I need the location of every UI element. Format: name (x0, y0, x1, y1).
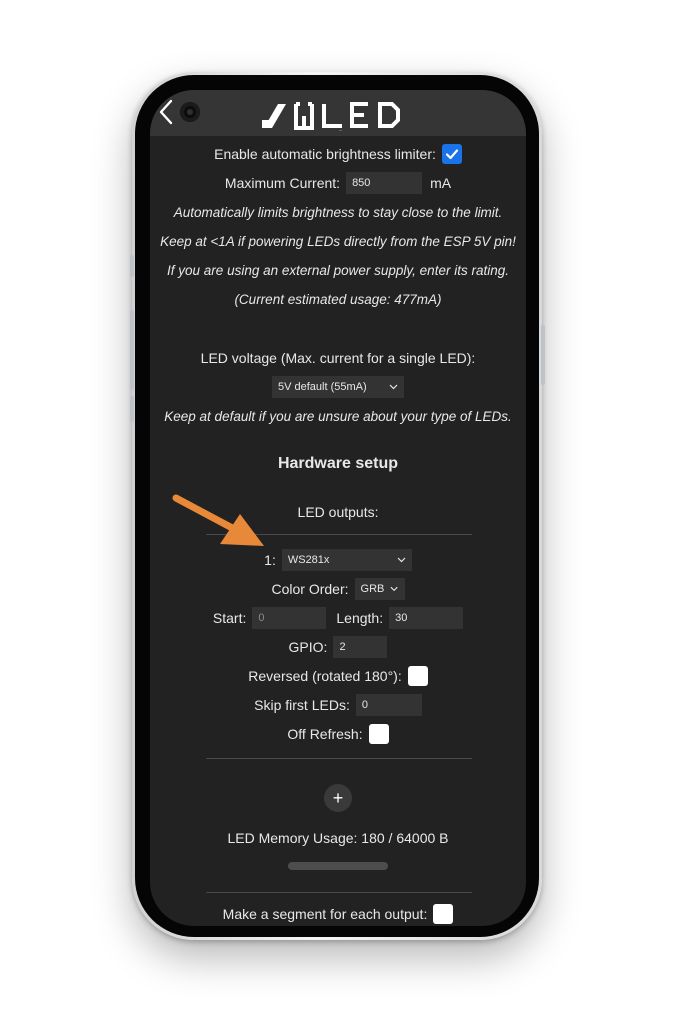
wled-logo: WLED (262, 102, 400, 132)
led-type-select[interactable]: WS281x (281, 549, 412, 571)
estimated-usage: (Current estimated usage: 477mA) (234, 291, 442, 307)
divider (206, 758, 472, 759)
start-input[interactable]: 0 (252, 607, 327, 629)
plus-icon: + (332, 787, 344, 808)
volume-up-button (130, 255, 134, 277)
start-length-row: Start: 0 Length: 30 (150, 606, 526, 630)
checkmark-icon (445, 149, 458, 160)
annotation-arrow-icon (172, 494, 264, 546)
add-output-button[interactable]: + (324, 784, 352, 812)
off-refresh-checkbox[interactable] (368, 724, 389, 744)
color-order-row: Color Order: GRB (150, 577, 526, 601)
gpio-row: GPIO: 2 (150, 635, 526, 659)
app-header: WLED (150, 90, 526, 136)
max-current-unit: mA (430, 175, 452, 191)
chevron-down-icon (389, 384, 398, 390)
reversed-checkbox[interactable] (407, 666, 428, 686)
segment-each-label: Make a segment for each output: (222, 906, 428, 922)
max-current-input[interactable]: 850 (346, 172, 423, 194)
led-voltage-label: LED voltage (Max. current for a single L… (200, 350, 476, 366)
color-order-label: Color Order: (271, 581, 349, 597)
mute-switch (130, 396, 134, 422)
brightness-limiter-row: Enable automatic brightness limiter: (150, 142, 526, 166)
skip-first-input[interactable]: 0 (355, 694, 422, 716)
max-current-label: Maximum Current: (224, 175, 341, 191)
led-voltage-note: Keep at default if you are unsure about … (164, 408, 512, 424)
off-refresh-row: Off Refresh: (150, 722, 526, 746)
led-type-value: WS281x (287, 554, 330, 566)
start-label: Start: (212, 610, 247, 626)
memory-usage-bar (288, 862, 388, 870)
reversed-row: Reversed (rotated 180°): (150, 664, 526, 688)
chevron-down-icon (390, 586, 398, 592)
output-index: 1: (264, 552, 276, 568)
length-input[interactable]: 30 (389, 607, 464, 629)
gpio-input[interactable]: 2 (333, 636, 388, 658)
skip-first-row: Skip first LEDs: 0 (150, 693, 526, 717)
divider (206, 892, 472, 893)
brightness-limiter-label: Enable automatic brightness limiter: (214, 146, 436, 162)
led-voltage-row: 5V default (55mA) (150, 375, 526, 399)
volume-down-button (130, 310, 134, 390)
limiter-note-1: Automatically limits brightness to stay … (173, 204, 503, 220)
led-voltage-select[interactable]: 5V default (55mA) (272, 376, 404, 398)
led-voltage-value: 5V default (55mA) (278, 381, 367, 393)
length-label: Length: (336, 610, 384, 626)
color-order-value: GRB (360, 583, 385, 595)
svg-text:WLED: WLED (339, 130, 342, 132)
limiter-note-2: Keep at <1A if powering LEDs directly fr… (160, 233, 516, 249)
skip-first-label: Skip first LEDs: (254, 697, 350, 713)
memory-usage: LED Memory Usage: 180 / 64000 B (227, 830, 449, 846)
segment-each-checkbox[interactable] (433, 904, 454, 924)
color-order-select[interactable]: GRB (354, 578, 405, 600)
back-chevron-icon[interactable] (154, 96, 178, 128)
segment-each-row: Make a segment for each output: (150, 902, 526, 926)
hardware-setup-title: Hardware setup (277, 455, 399, 472)
off-refresh-label: Off Refresh: (287, 726, 363, 742)
limiter-note-3: If you are using an external power suppl… (167, 262, 509, 278)
power-button (541, 325, 545, 385)
gpio-label: GPIO: (288, 639, 328, 655)
brightness-limiter-checkbox[interactable] (441, 144, 462, 164)
front-camera-icon (180, 102, 200, 122)
reversed-label: Reversed (rotated 180°): (248, 668, 402, 684)
chevron-down-icon (397, 557, 406, 563)
max-current-row: Maximum Current: 850 mA (150, 171, 526, 195)
